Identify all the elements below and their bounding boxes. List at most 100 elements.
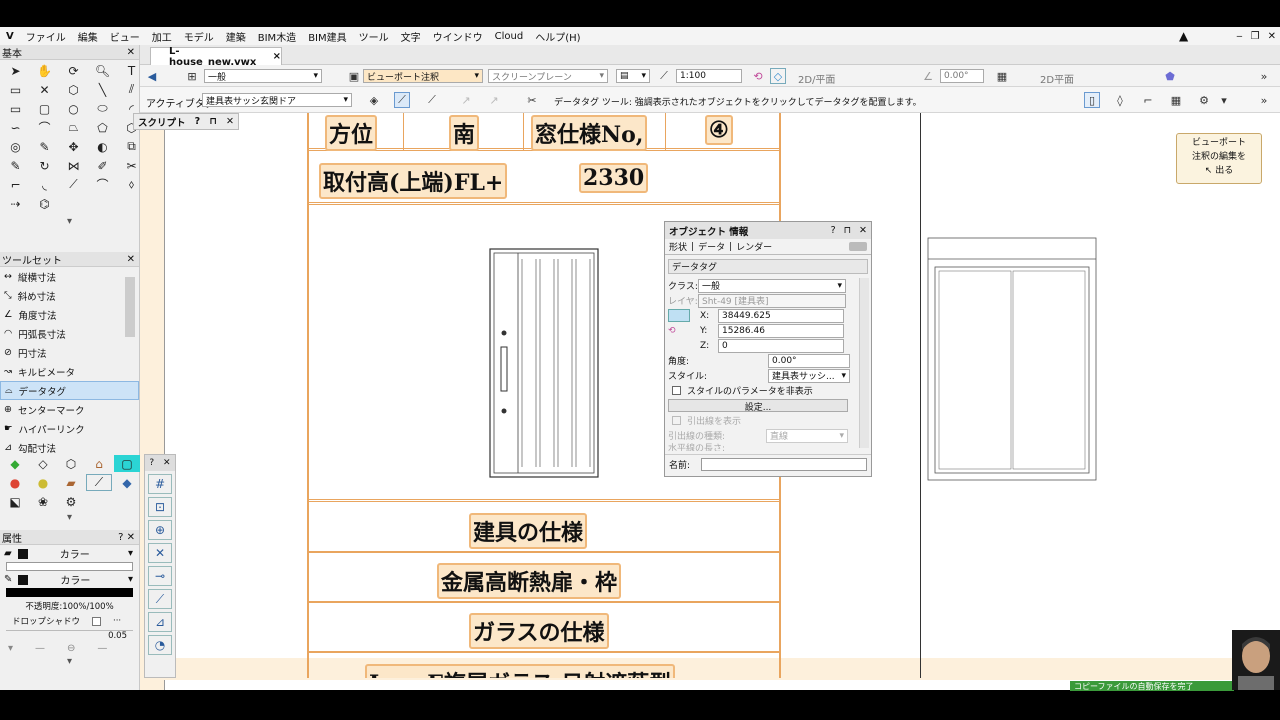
attributes-expand-icon[interactable]: ▾ — [0, 655, 139, 667]
reshape-tool-icon[interactable]: ✎ — [2, 157, 29, 174]
object-toolset-icon[interactable]: ❀ — [30, 493, 56, 510]
glass-spec-label[interactable]: ガラスの仕様 — [469, 613, 609, 649]
tool-item-selected[interactable]: ⌓ データタグ — [0, 381, 139, 400]
orientation-label[interactable]: 方位 — [325, 115, 378, 151]
furniture-toolset-icon[interactable]: ⌂ — [86, 455, 112, 472]
oip-menu-icon[interactable] — [849, 242, 867, 251]
double-line-tool-icon[interactable]: ⫽ — [118, 81, 145, 98]
flyover-tool-icon[interactable]: ⟳ — [60, 62, 87, 79]
viewbar-more-icon[interactable]: » — [1256, 68, 1272, 84]
menu-view[interactable]: ビュー — [104, 29, 146, 44]
script-palette-header[interactable]: スクリプト ? ⊓ ✕ — [133, 113, 239, 130]
window-spec-number[interactable]: ④ — [705, 115, 733, 145]
tab-shape[interactable]: 形状 — [669, 240, 687, 253]
menu-model[interactable]: モデル — [178, 29, 220, 44]
dimension-toolset-icon[interactable]: ▰ — [58, 474, 84, 491]
orientation-value[interactable]: 南 — [449, 115, 480, 151]
3d-locus-tool-icon[interactable]: ⬡ — [60, 81, 87, 98]
text-tool-icon[interactable]: T — [118, 62, 145, 79]
projection-icon[interactable]: ⬟ — [1162, 68, 1178, 84]
grid-corner-icon[interactable]: ⌐ — [1140, 92, 1156, 108]
snap-object-icon[interactable]: ⊡ — [148, 497, 172, 517]
menu-text[interactable]: 文字 — [395, 29, 427, 44]
freehand-tool-icon[interactable]: ∽ — [2, 119, 29, 136]
snap-edge-icon[interactable]: ◔ — [148, 635, 172, 655]
snap-angle-icon[interactable]: ⟋ — [148, 589, 172, 609]
visibility-tool-icon[interactable]: ◐ — [89, 138, 116, 155]
more-icon[interactable]: ··· — [113, 616, 121, 626]
fitting-spec-label[interactable]: 建具の仕様 — [469, 513, 588, 549]
help-icon[interactable]: ? — [831, 225, 836, 236]
name-field[interactable] — [701, 458, 867, 471]
layer-dropdown[interactable]: Sht-49 [建具表] — [698, 293, 846, 308]
line-tool-icon[interactable]: ╲ — [89, 81, 116, 98]
snap-tangent-icon[interactable]: ⊿ — [148, 612, 172, 632]
close-icon[interactable]: ✕ — [127, 254, 135, 265]
leader-alt-icon[interactable]: ↗ — [486, 92, 502, 108]
site-toolset-icon[interactable]: ◆ — [2, 455, 28, 472]
class-dropdown[interactable]: 一般 ▾ — [204, 69, 322, 83]
glass-spec-value[interactable]: Low-E複層ガラス 日射遮蔽型 — [365, 664, 676, 678]
menu-help[interactable]: ヘルプ(H) — [529, 29, 586, 44]
show-leader-checkbox[interactable] — [672, 416, 681, 425]
z-field[interactable]: 0 — [718, 338, 844, 353]
callout-tool-icon[interactable]: ▭ — [2, 81, 29, 98]
marker-row[interactable]: ▾ — ⊖ — — [0, 641, 139, 655]
snap-grid-icon[interactable]: # — [148, 474, 172, 494]
connect-tool-icon[interactable]: ⌐ — [2, 176, 29, 193]
double-polygon-tool-icon[interactable]: ⬠ — [89, 119, 116, 136]
mirror-tool-icon[interactable]: ⋈ — [60, 157, 87, 174]
back-arrow-icon[interactable]: ◀ — [144, 68, 160, 84]
snap-intersection-icon[interactable]: ✕ — [148, 543, 172, 563]
menu-tools[interactable]: ツール — [353, 29, 395, 44]
top-plan-icon[interactable]: ◇ — [770, 68, 786, 84]
lighting-toolset-icon[interactable]: ● — [30, 474, 56, 491]
x-field[interactable]: 38449.625 — [718, 308, 844, 323]
tool-item[interactable]: ⊿ 勾配寸法 — [0, 438, 139, 457]
selection-tool-icon[interactable]: ➤ — [2, 62, 29, 79]
leader-type-dropdown[interactable]: 直線 ▾ — [766, 428, 848, 443]
toolsets-expand-icon[interactable]: ▾ — [0, 512, 139, 523]
hide-style-params-checkbox[interactable] — [672, 386, 681, 395]
drop-shadow-checkbox[interactable] — [92, 616, 102, 626]
annotation-toolset-icon[interactable]: ⟋ — [86, 474, 112, 491]
circle-tool-icon[interactable]: ○ — [60, 100, 87, 117]
snap-distance-icon[interactable]: ⊸ — [148, 566, 172, 586]
spiral-tool-icon[interactable]: ◎ — [2, 138, 29, 155]
tab-render[interactable]: レンダー — [736, 240, 772, 253]
snap-point-icon[interactable]: ⊕ — [148, 520, 172, 540]
tool-settings-icon[interactable]: ✂ — [524, 92, 540, 108]
menu-bim-fittings[interactable]: BIM建具 — [302, 29, 352, 44]
pin-icon[interactable]: ⊓ — [209, 116, 217, 127]
polygon-tool-icon[interactable]: ⏢ — [60, 119, 87, 136]
scale-field[interactable]: 1:100 — [676, 69, 742, 83]
menu-edit[interactable]: 編集 — [72, 29, 104, 44]
flyover-icon[interactable]: ⟲ — [750, 68, 766, 84]
fillet-tool-icon[interactable]: ◟ — [31, 176, 58, 193]
menu-window[interactable]: ウインドウ — [427, 29, 489, 44]
layer-dropdown[interactable]: ビューポート注釈 ▾ — [363, 69, 483, 83]
machine-toolset-icon[interactable]: ⬕ — [2, 493, 28, 510]
window-spec-label[interactable]: 窓仕様No, — [531, 115, 648, 151]
oip-header[interactable]: オブジェクト 情報 ? ⊓ ✕ — [665, 222, 871, 239]
app-icon[interactable]: V — [0, 31, 20, 42]
door-elevation-drawing[interactable] — [488, 247, 602, 481]
close-icon[interactable]: ✕ — [127, 47, 135, 58]
gear-icon[interactable]: ⚙ — [1196, 92, 1212, 108]
menu-modify[interactable]: 加工 — [146, 29, 178, 44]
gear-toolset-icon[interactable]: ⚙ — [58, 493, 84, 510]
position-icon[interactable] — [668, 309, 690, 322]
pin-icon[interactable]: ⊓ — [844, 225, 851, 236]
menu-file[interactable]: ファイル — [20, 29, 72, 44]
tool-item[interactable]: ⊘ 円寸法 — [0, 343, 139, 362]
close-icon[interactable]: ✕ — [163, 458, 171, 468]
attribute-mapping-tool-icon[interactable]: ✥ — [60, 138, 87, 155]
menu-cloud[interactable]: Cloud — [489, 31, 530, 42]
oip-scrollbar[interactable] — [859, 278, 869, 448]
tool-item[interactable]: ◠ 円弧長寸法 — [0, 324, 139, 343]
locus-tool-icon[interactable]: ✕ — [31, 81, 58, 98]
modebar-more-icon[interactable]: » — [1256, 92, 1272, 108]
close-icon[interactable]: ✕ — [859, 225, 867, 236]
menu-bim-wood[interactable]: BIM木造 — [252, 29, 302, 44]
minimize-icon[interactable]: ‒ — [1236, 31, 1242, 42]
